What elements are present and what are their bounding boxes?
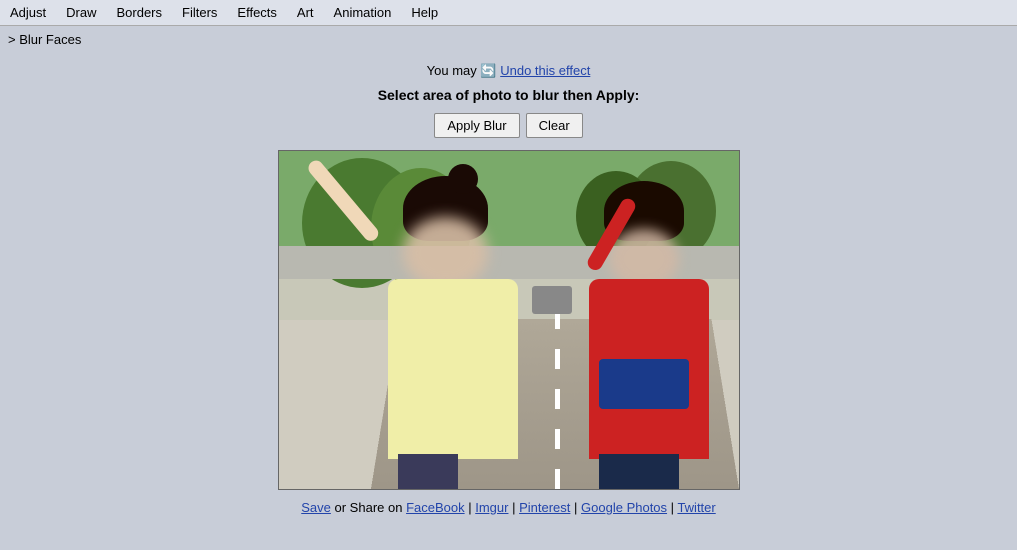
separator-3: |	[574, 500, 581, 515]
twitter-link[interactable]: Twitter	[677, 500, 715, 515]
clear-button[interactable]: Clear	[526, 113, 583, 138]
undo-prefix: You may	[427, 63, 481, 78]
button-row: Apply Blur Clear	[434, 113, 582, 138]
undo-line: You may 🔄 Undo this effect	[427, 63, 591, 79]
menu-filters[interactable]: Filters	[172, 2, 227, 23]
instruction-text: Select area of photo to blur then Apply:	[378, 87, 640, 103]
person-1	[348, 169, 568, 489]
menu-effects[interactable]: Effects	[227, 2, 287, 23]
menu-draw[interactable]: Draw	[56, 2, 106, 23]
menu-animation[interactable]: Animation	[324, 2, 402, 23]
person-2	[579, 189, 739, 489]
apply-blur-button[interactable]: Apply Blur	[434, 113, 519, 138]
menu-adjust[interactable]: Adjust	[0, 2, 56, 23]
pinterest-link[interactable]: Pinterest	[519, 500, 570, 515]
main-content: You may 🔄 Undo this effect Select area o…	[0, 53, 1017, 525]
person1-legs	[398, 454, 458, 489]
menu-bar: Adjust Draw Borders Filters Effects Art …	[0, 0, 1017, 26]
imgur-link[interactable]: Imgur	[475, 500, 508, 515]
googlephotos-link[interactable]: Google Photos	[581, 500, 667, 515]
undo-icon: 🔄	[480, 63, 496, 78]
or-share-text: or Share on	[335, 500, 407, 515]
person1-sweater	[388, 279, 518, 459]
photo-container[interactable]	[278, 150, 740, 490]
menu-borders[interactable]: Borders	[106, 2, 172, 23]
breadcrumb: > Blur Faces	[0, 26, 1017, 53]
facebook-link[interactable]: FaceBook	[406, 500, 465, 515]
menu-art[interactable]: Art	[287, 2, 324, 23]
person2-jacket-detail	[599, 359, 689, 409]
person1-bun	[448, 164, 478, 194]
undo-link[interactable]: Undo this effect	[500, 63, 590, 78]
person2-jeans	[599, 454, 679, 489]
save-link[interactable]: Save	[301, 500, 331, 515]
menu-help[interactable]: Help	[401, 2, 448, 23]
photo-background	[279, 151, 739, 489]
footer: Save or Share on FaceBook | Imgur | Pint…	[291, 490, 725, 525]
